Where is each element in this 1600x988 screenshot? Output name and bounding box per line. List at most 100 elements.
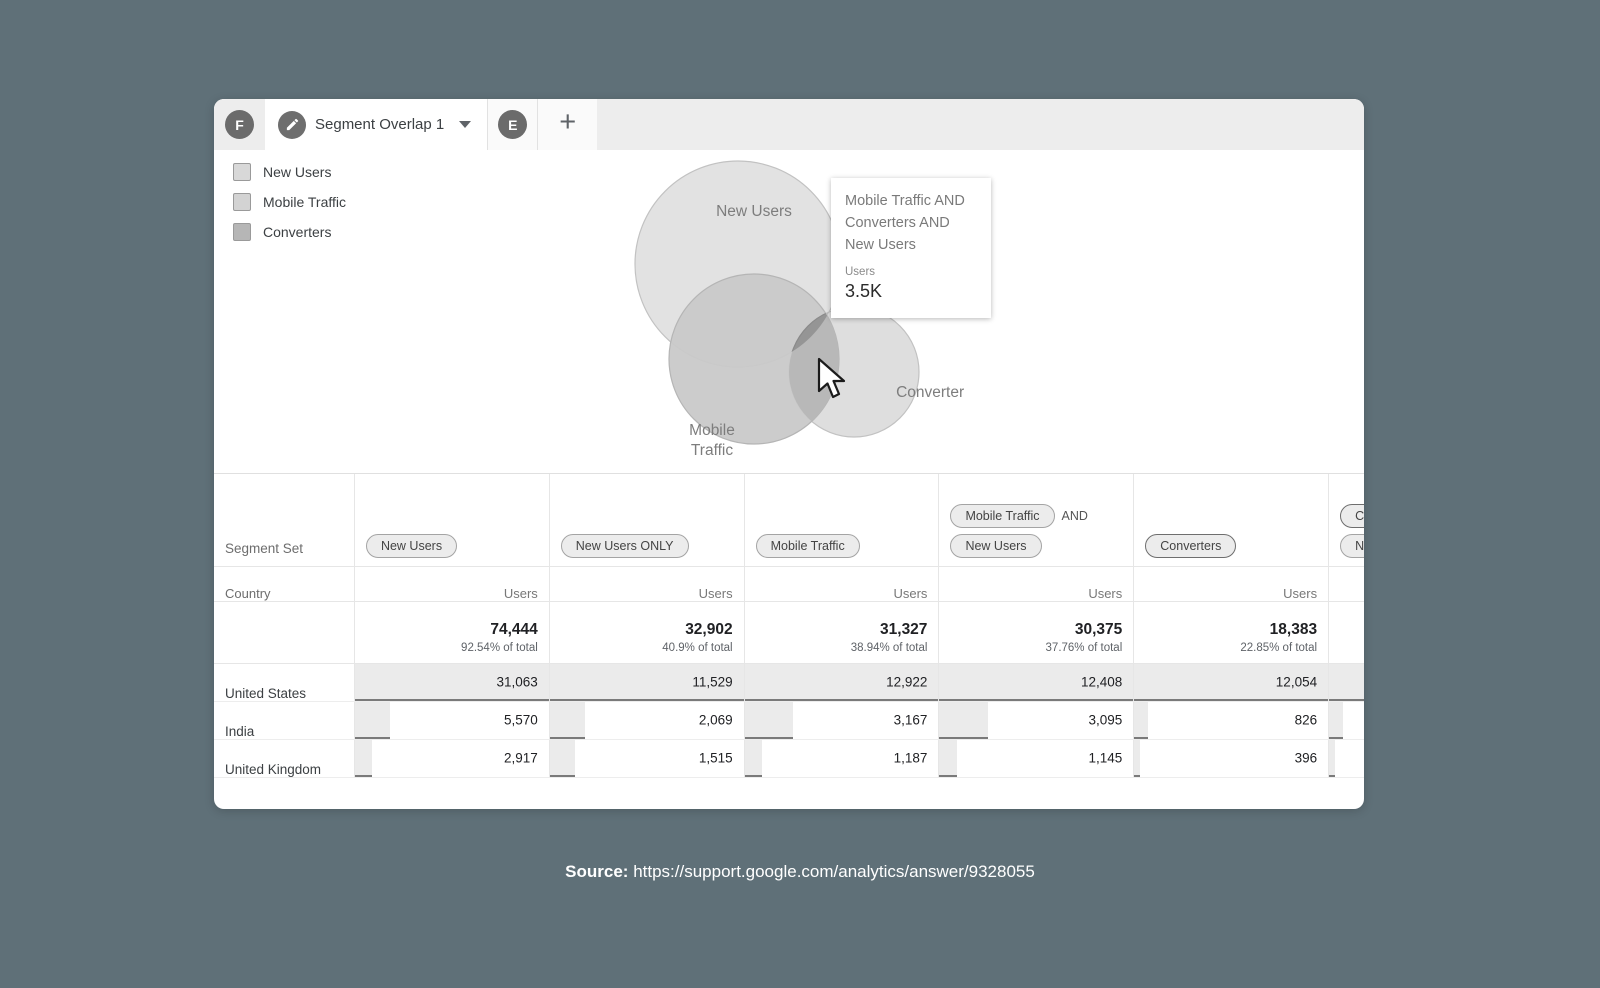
- legend-item-label: Mobile Traffic: [263, 194, 346, 210]
- legend-item-converters[interactable]: Converters: [233, 217, 346, 247]
- table-row: United Kingdom 2,917 1,515 1,187 1,145: [214, 739, 1364, 777]
- cell-value: 2,069: [699, 713, 733, 728]
- legend-item-label: New Users: [263, 164, 331, 180]
- segment-set-row-label: Segment Set: [214, 474, 354, 566]
- table-row-metric-header: Country Users Users Users Users Users Us…: [214, 566, 1364, 601]
- data-cell: 1,187: [744, 739, 939, 777]
- chevron-down-icon[interactable]: [459, 121, 471, 128]
- data-cell: 762: [1329, 701, 1364, 739]
- column-header-converters-and-new-users[interactable]: Converters AND New Users: [1329, 474, 1364, 566]
- metric-header[interactable]: Users: [939, 566, 1134, 601]
- data-cell: 2,917: [354, 739, 549, 777]
- row-country-label: India: [214, 701, 354, 739]
- segment-chip[interactable]: New Users: [1340, 534, 1364, 558]
- segment-chip[interactable]: Converters: [1145, 534, 1236, 558]
- tooltip-metric-value: 3.5K: [845, 281, 977, 302]
- tab-secondary[interactable]: E: [487, 99, 538, 150]
- tab-title: Segment Overlap 1: [315, 116, 444, 133]
- cell-value: 2,917: [504, 751, 538, 766]
- total-cell: 18,383 22.85% of total: [1134, 601, 1329, 663]
- column-header-converters[interactable]: Converters: [1134, 474, 1329, 566]
- cell-value: 1,515: [699, 751, 733, 766]
- column-header-new-users-only[interactable]: New Users ONLY: [549, 474, 744, 566]
- total-percent: 92.54% of total: [366, 642, 538, 654]
- total-cell: 14,789 18.38% of total: [1329, 601, 1364, 663]
- metric-header[interactable]: Users: [744, 566, 939, 601]
- segment-chip[interactable]: Mobile Traffic: [756, 534, 860, 558]
- data-cell: 2,069: [549, 701, 744, 739]
- cell-value: 826: [1295, 713, 1318, 728]
- segment-chip[interactable]: Mobile Traffic: [950, 504, 1054, 528]
- tab-bar: F Segment Overlap 1 E +: [214, 99, 1364, 150]
- column-header-mobile-traffic[interactable]: Mobile Traffic: [744, 474, 939, 566]
- source-prefix: Source:: [565, 862, 628, 881]
- venn-label-converters: Converters: [896, 384, 964, 401]
- table-row: United States 31,063 11,529 12,922 12,40…: [214, 663, 1364, 701]
- total-percent: 22.85% of total: [1145, 642, 1317, 654]
- cell-value: 1,145: [1088, 751, 1122, 766]
- data-cell: 12,054: [1134, 663, 1329, 701]
- segment-chip[interactable]: New Users: [950, 534, 1041, 558]
- total-value: 30,375: [950, 621, 1122, 639]
- metric-header[interactable]: Users: [549, 566, 744, 601]
- data-cell: 3,095: [939, 701, 1134, 739]
- segment-chip[interactable]: New Users ONLY: [561, 534, 689, 558]
- total-value: 31,327: [756, 621, 928, 639]
- column-header-new-users[interactable]: New Users: [354, 474, 549, 566]
- data-cell: 12,408: [939, 663, 1134, 701]
- tooltip-metric-label: Users: [845, 266, 977, 278]
- cell-value: 1,187: [894, 751, 928, 766]
- metric-header[interactable]: Users: [354, 566, 549, 601]
- cell-value: 12,054: [1276, 675, 1317, 690]
- table-row-segment-set: Segment Set New Users New Users ONLY: [214, 474, 1364, 566]
- edit-pencil-icon[interactable]: [278, 111, 306, 139]
- cell-value: 396: [1295, 751, 1318, 766]
- row-country-label: United Kingdom: [214, 739, 354, 777]
- and-operator-label: AND: [1062, 509, 1088, 523]
- data-cell: 1,145: [939, 739, 1134, 777]
- segment-chip[interactable]: Converters: [1340, 504, 1364, 528]
- profile-avatar-button[interactable]: F: [214, 99, 265, 150]
- segment-chip[interactable]: New Users: [366, 534, 457, 558]
- total-cell: 32,902 40.9% of total: [549, 601, 744, 663]
- cell-value: 3,167: [894, 713, 928, 728]
- data-cell: 396: [1134, 739, 1329, 777]
- legend-item-new-users[interactable]: New Users: [233, 157, 346, 187]
- total-value: 74,444: [366, 621, 538, 639]
- totals-row-label: [214, 601, 354, 663]
- data-cell: 1,515: [549, 739, 744, 777]
- mouse-cursor-icon: [817, 357, 849, 406]
- tooltip-title: Mobile Traffic AND Converters AND New Us…: [845, 190, 977, 256]
- add-tab-button[interactable]: +: [538, 99, 597, 150]
- total-percent: 37.76% of total: [950, 642, 1122, 654]
- tab-segment-overlap-1[interactable]: Segment Overlap 1: [265, 99, 487, 150]
- total-cell: 30,375 37.76% of total: [939, 601, 1134, 663]
- total-cell: 74,444 92.54% of total: [354, 601, 549, 663]
- segment-set-label: Segment Set: [225, 541, 343, 558]
- cell-value: 12,922: [886, 675, 927, 690]
- data-cell: 5,570: [354, 701, 549, 739]
- total-cell: 31,327 38.94% of total: [744, 601, 939, 663]
- total-value: 18,383: [1145, 621, 1317, 639]
- cell-value: 3,095: [1088, 713, 1122, 728]
- total-percent: 38.94% of total: [756, 642, 928, 654]
- metric-header[interactable]: Users: [1329, 566, 1364, 601]
- cell-value: 11,529: [692, 675, 732, 690]
- row-country-label: United States: [214, 663, 354, 701]
- avatar: F: [225, 110, 254, 139]
- overlap-table-container[interactable]: Segment Set New Users New Users ONLY: [214, 473, 1364, 809]
- segment-overlap-table: Segment Set New Users New Users ONLY: [214, 474, 1364, 778]
- data-cell: 826: [1134, 701, 1329, 739]
- total-value: 14,789: [1340, 621, 1364, 639]
- analytics-app-window: F Segment Overlap 1 E + New Users Mobile…: [214, 99, 1364, 809]
- country-column-header[interactable]: Country: [214, 566, 354, 601]
- legend-item-mobile-traffic[interactable]: Mobile Traffic: [233, 187, 346, 217]
- total-value: 32,902: [561, 621, 733, 639]
- column-header-mobile-traffic-and-new-users[interactable]: Mobile Traffic AND New Users: [939, 474, 1134, 566]
- legend-swatch-icon: [233, 223, 251, 241]
- cell-value: 12,408: [1081, 675, 1122, 690]
- table-row-totals: 74,444 92.54% of total 32,902 40.9% of t…: [214, 601, 1364, 663]
- table-row: India 5,570 2,069 3,167 3,095: [214, 701, 1364, 739]
- venn-tooltip: Mobile Traffic AND Converters AND New Us…: [831, 178, 991, 318]
- metric-header[interactable]: Users: [1134, 566, 1329, 601]
